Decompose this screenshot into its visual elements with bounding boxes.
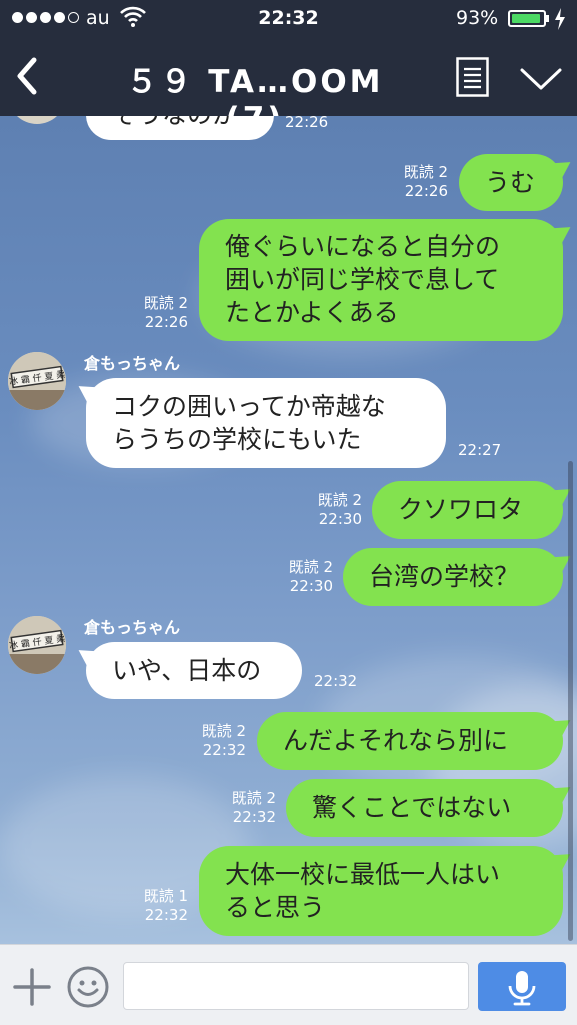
read-count: 既読 2 <box>317 491 362 509</box>
chevron-down-icon[interactable] <box>518 64 564 94</box>
message-line: コクの囲いってか帝越な <box>112 392 386 421</box>
message-line: 囲いが同じ学校で息して <box>225 265 500 294</box>
message-line: 大体一校に最低一人はい <box>225 860 501 889</box>
message-bubble[interactable]: うむ <box>459 154 563 211</box>
message-time: 22:32 <box>314 672 358 690</box>
message-line: たとかよくある <box>225 298 399 327</box>
battery-level-fill <box>512 14 540 23</box>
message-time: 22:30 <box>289 577 333 595</box>
read-receipt: 既読 2 22:26 <box>132 294 188 332</box>
status-bar: au 22:32 93% <box>0 0 577 38</box>
message-bubble[interactable]: んだよそれなら別に <box>257 712 563 770</box>
plus-icon[interactable] <box>12 967 52 1007</box>
read-receipt: 既読 1 22:32 <box>132 887 188 925</box>
message-bubble[interactable]: コクの囲いってか帝越な らうちの学校にもいた <box>86 378 446 468</box>
message-time: 22:32 <box>202 741 246 759</box>
battery-percent: 93% <box>456 7 499 29</box>
avatar[interactable]: 冰 霸 仟 夏 柔 <box>8 616 66 674</box>
read-count: 既読 2 <box>143 294 188 312</box>
read-receipt: 既読 2 22:26 <box>392 163 448 201</box>
sender-name: 倉もっちゃん <box>84 618 181 637</box>
message-line: 俺ぐらいになると自分の <box>225 232 501 261</box>
read-count: 既読 2 <box>201 722 246 740</box>
message-time: 22:26 <box>404 182 448 200</box>
charging-icon <box>555 8 565 30</box>
read-count: 既読 2 <box>288 558 333 576</box>
message-bubble[interactable]: 大体一校に最低一人はい ると思う <box>199 846 563 936</box>
message-time: 22:32 <box>232 808 276 826</box>
microphone-icon <box>508 971 536 1006</box>
message-text: クソワロタ <box>398 495 524 524</box>
message-line: ると思う <box>225 893 326 922</box>
message-bubble[interactable]: 驚くことではない <box>286 779 563 837</box>
sender-name: 倉もっちゃん <box>84 354 181 373</box>
message-bubble[interactable]: そうなのか <box>86 116 274 140</box>
avatar-image: 冰 霸 仟 夏 柔 <box>8 616 66 674</box>
message-line: らうちの学校にもいた <box>112 425 362 454</box>
avatar-image: 冰 霸 仟 夏 柔 <box>8 352 66 410</box>
message-time: 22:26 <box>285 116 329 131</box>
scrollbar[interactable] <box>568 461 573 941</box>
message-bubble[interactable]: クソワロタ <box>372 481 563 539</box>
read-receipt: 既読 2 22:32 <box>190 722 246 760</box>
smiley-icon[interactable] <box>66 965 110 1009</box>
message-text: 台湾の学校？ <box>369 562 520 591</box>
read-count: 既読 2 <box>403 163 448 181</box>
read-count: 既読 2 <box>231 789 276 807</box>
battery-nub <box>546 15 549 22</box>
message-time: 22:32 <box>144 906 188 924</box>
read-count: 既読 1 <box>143 887 188 905</box>
message-text: んだよそれなら別に <box>283 726 509 755</box>
message-input[interactable] <box>123 962 469 1010</box>
message-bubble[interactable]: 台湾の学校？ <box>343 548 563 606</box>
avatar[interactable] <box>8 116 66 124</box>
message-text: 驚くことではない <box>312 793 512 822</box>
message-text: うむ <box>485 168 536 197</box>
read-receipt: 既読 2 22:32 <box>220 789 276 827</box>
battery-icon <box>508 10 546 27</box>
note-icon[interactable] <box>456 57 489 97</box>
message-bubble[interactable]: 俺ぐらいになると自分の 囲いが同じ学校で息して たとかよくある <box>199 219 563 341</box>
chat-area[interactable]: そうなのか 22:26 既読 2 22:26 うむ 既読 2 22:26 俺ぐら… <box>0 116 577 944</box>
message-time: 22:27 <box>458 441 502 459</box>
message-bubble[interactable]: いや、日本の <box>86 642 302 699</box>
input-bar <box>0 944 577 1025</box>
chat-header: ５９ TA…OOM (7) <box>0 38 577 137</box>
read-receipt: 既読 2 22:30 <box>306 491 362 529</box>
message-text: そうなのか <box>112 116 237 129</box>
read-receipt: 既読 2 22:30 <box>277 558 333 596</box>
avatar[interactable]: 冰 霸 仟 夏 柔 <box>8 352 66 410</box>
message-time: 22:26 <box>144 313 188 331</box>
message-text: いや、日本の <box>112 656 262 685</box>
message-time: 22:30 <box>318 510 362 528</box>
voice-button[interactable] <box>478 962 566 1011</box>
back-chevron-icon[interactable] <box>10 54 50 98</box>
